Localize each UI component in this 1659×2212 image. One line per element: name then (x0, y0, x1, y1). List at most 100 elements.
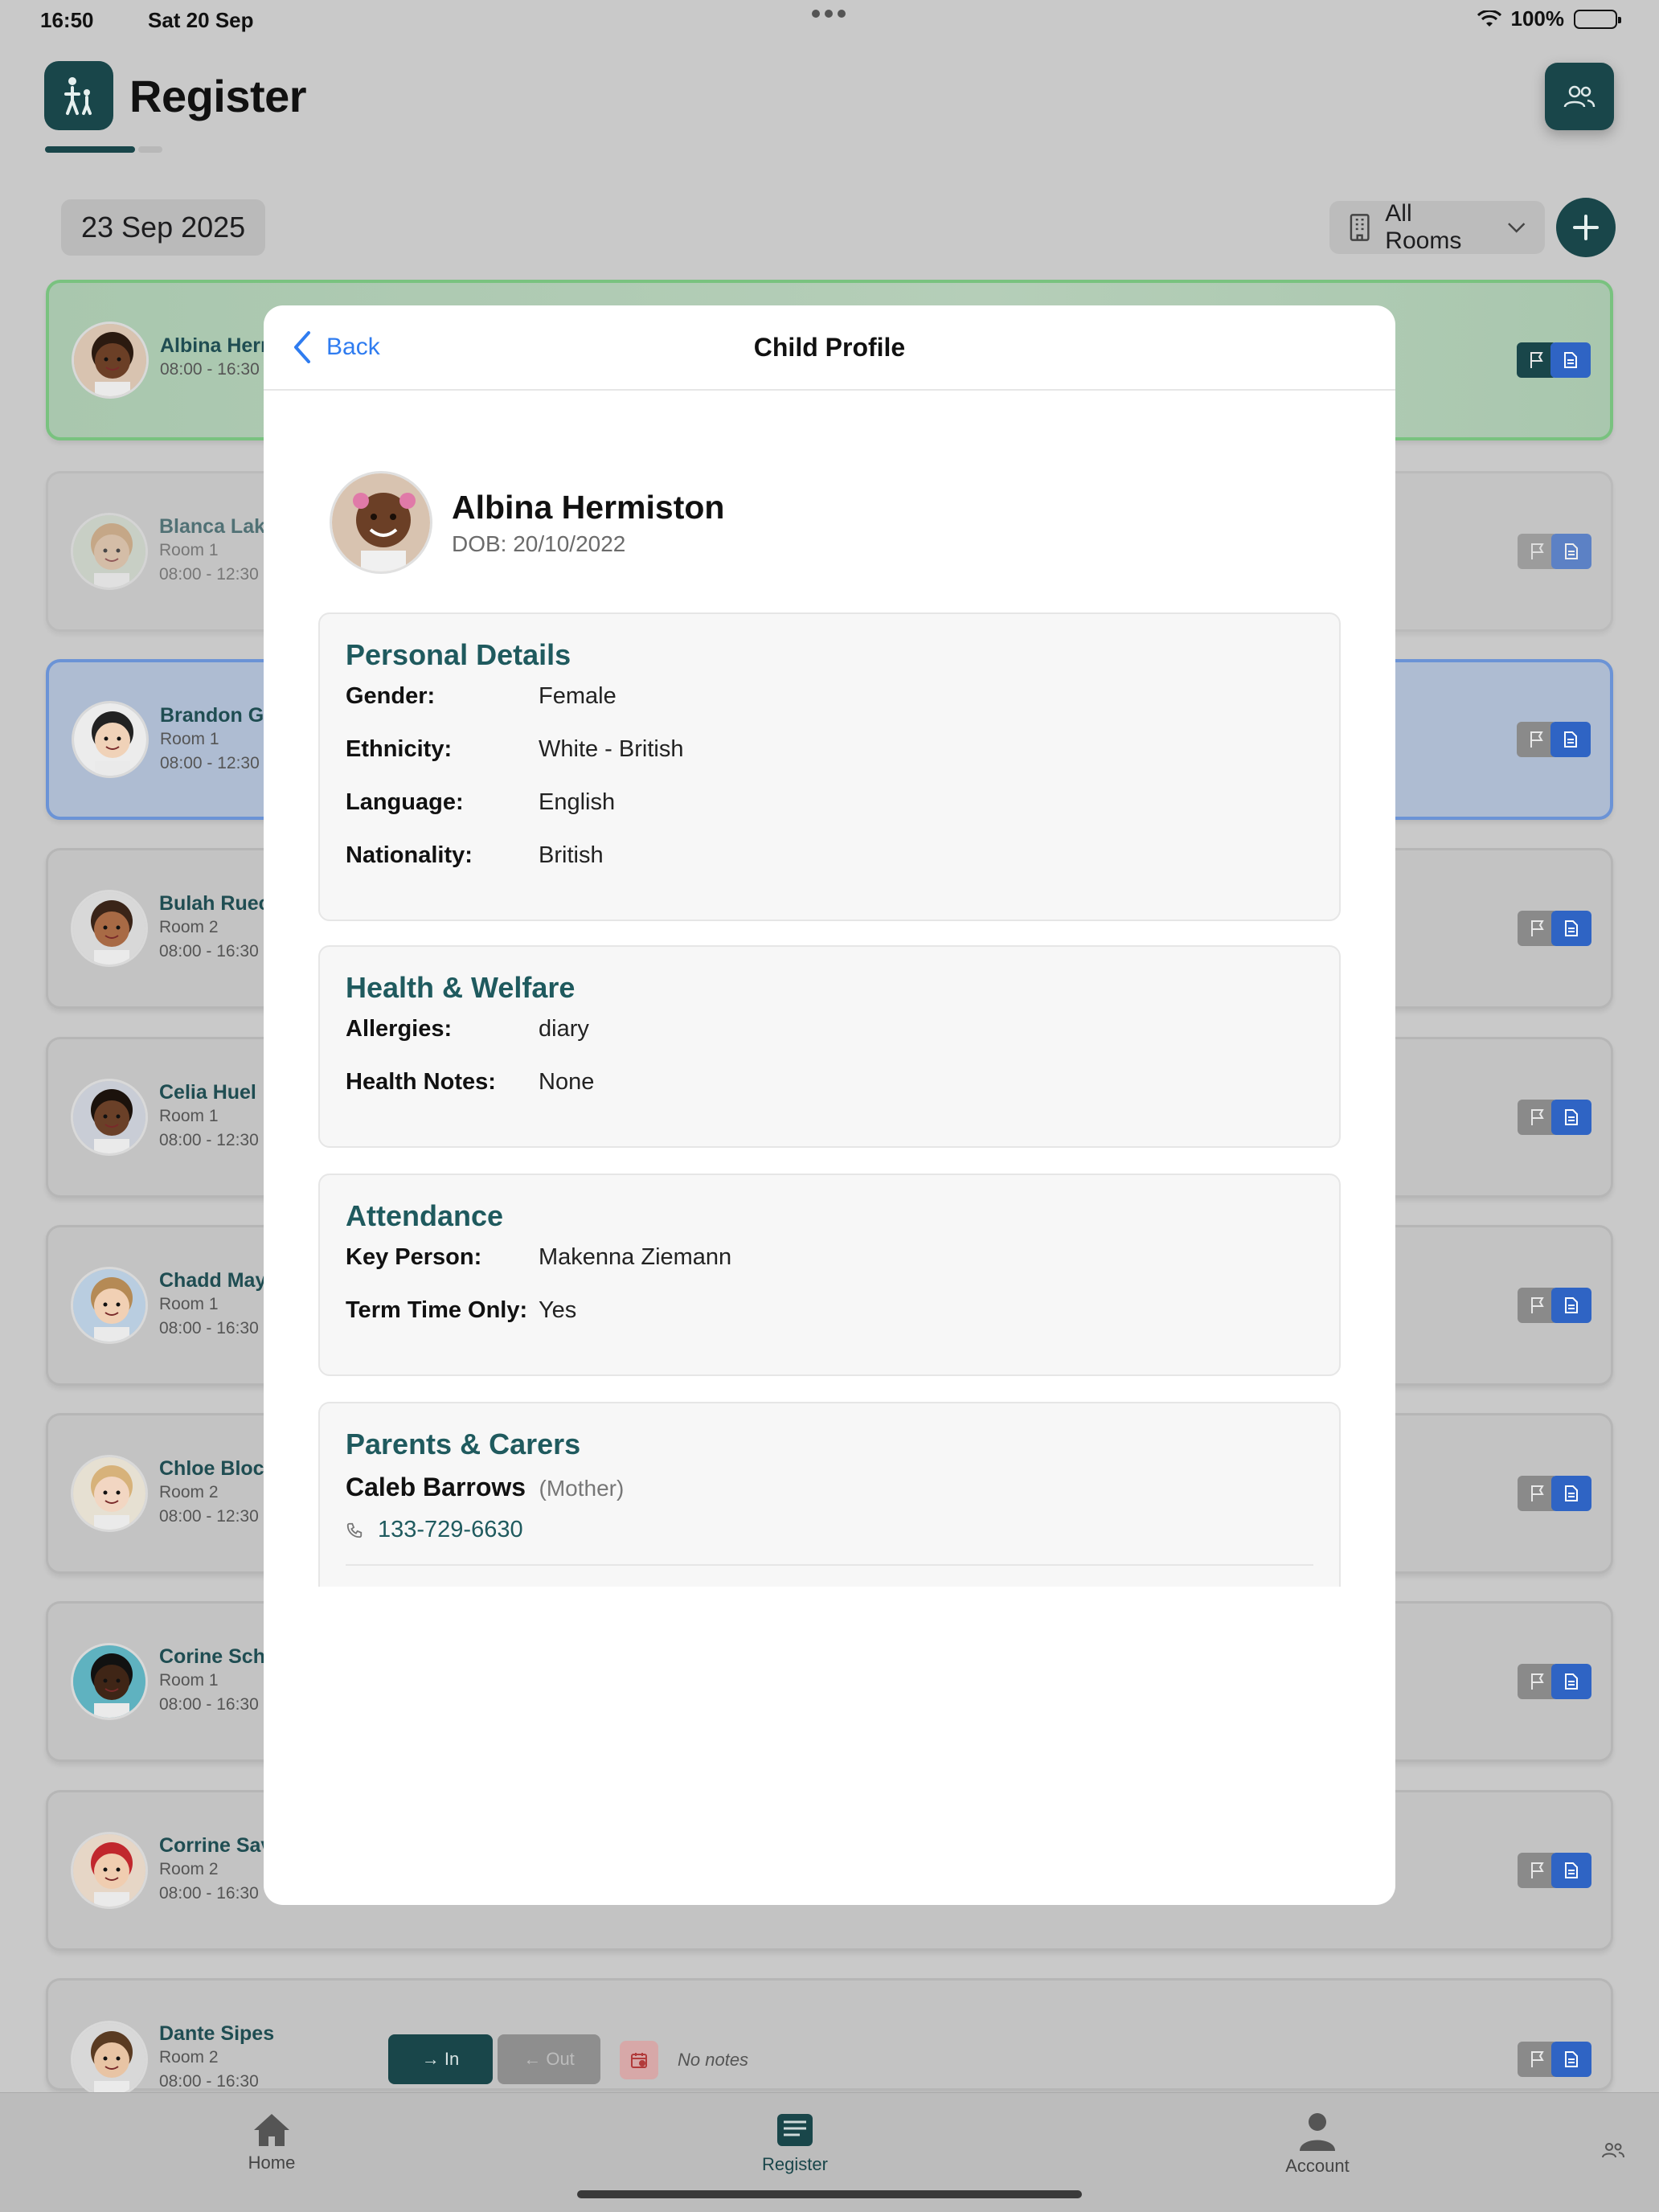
detail-value: Makenna Ziemann (539, 1244, 732, 1270)
document-button[interactable] (1551, 1100, 1591, 1135)
check-out-label: Out (546, 2049, 575, 2069)
personal-details-section: Personal Details Gender: Female Ethnicity… (318, 612, 1341, 921)
child-card-room: Room 1 (159, 541, 219, 559)
child-avatar (71, 1455, 148, 1532)
detail-value: White - British (539, 736, 684, 762)
register-icon (777, 2114, 813, 2146)
family-logo-icon (44, 61, 113, 130)
detail-label: Allergies: (346, 1016, 453, 1042)
detail-value: None (539, 1069, 595, 1095)
chevron-down-icon (1507, 223, 1525, 233)
flag-icon (1531, 920, 1544, 936)
parent-phone-link[interactable]: 133-729-6630 (346, 1517, 1313, 1543)
detail-label: Key Person: (346, 1244, 482, 1270)
detail-value: British (539, 842, 604, 868)
tab-account-label: Account (1285, 2156, 1350, 2176)
document-button[interactable] (1551, 2042, 1591, 2077)
check-out-button[interactable]: ← Out (498, 2034, 600, 2084)
document-icon (1564, 731, 1577, 748)
home-indicator[interactable] (577, 2190, 1082, 2198)
document-button[interactable] (1551, 534, 1591, 569)
detail-label: Language: (346, 789, 464, 815)
detail-row: Nationality: British (346, 842, 1313, 895)
detail-label: Health Notes: (346, 1069, 496, 1095)
status-time: 16:50 (40, 8, 94, 32)
detail-label: Ethnicity: (346, 736, 453, 762)
health-welfare-section: Health & Welfare Allergies: diary Health … (318, 945, 1341, 1148)
date-selector[interactable]: 23 Sep 2025 (61, 199, 266, 256)
flag-icon (1531, 1485, 1544, 1501)
app-header: Register (44, 61, 307, 130)
arrow-left-icon: ← (523, 2049, 547, 2069)
child-avatar (71, 2021, 148, 2098)
document-icon (1565, 1485, 1578, 1501)
document-button[interactable] (1551, 1476, 1591, 1511)
child-card-time: 08:00 - 16:30 (159, 1884, 259, 1903)
document-icon (1565, 1297, 1578, 1313)
child-avatar (71, 513, 148, 590)
child-card-time: 08:00 - 16:30 (159, 2072, 259, 2091)
flag-icon (1531, 1297, 1544, 1313)
arrow-right-icon: → (421, 2049, 444, 2069)
document-icon (1564, 352, 1577, 368)
detail-row: Allergies: diary (346, 1016, 1313, 1069)
battery-icon (1574, 9, 1621, 29)
child-card[interactable]: Dante Sipes Room 2 08:00 - 16:30 (46, 1978, 1613, 2098)
child-card-room: Room 1 (159, 1295, 219, 1313)
child-card-name: Chloe Block (159, 1457, 276, 1480)
document-icon (1565, 2051, 1578, 2067)
child-avatar (71, 1079, 148, 1156)
document-icon (1565, 920, 1578, 936)
document-icon (1565, 1862, 1578, 1878)
tab-account[interactable]: Account (1245, 2111, 1390, 2177)
parents-carers-section: Parents & Carers Caleb Barrows (Mother) … (318, 1402, 1341, 1587)
child-avatar (71, 1832, 148, 1909)
child-card-room: Room 1 (159, 1671, 219, 1690)
detail-row: Gender: Female (346, 683, 1313, 736)
tab-register[interactable]: Register (723, 2111, 867, 2175)
flag-icon (1531, 1862, 1544, 1878)
document-button[interactable] (1550, 722, 1591, 757)
check-in-button[interactable]: → In (388, 2034, 493, 2084)
child-card-room: Room 1 (160, 730, 219, 748)
child-card-time: 08:00 - 12:30 (159, 565, 259, 584)
detail-row: Term Time Only: Yes (346, 1297, 1313, 1350)
detail-label: Gender: (346, 683, 436, 709)
document-button[interactable] (1551, 1853, 1591, 1888)
child-card-name: Blanca Lak (159, 515, 266, 538)
child-card-time: 08:00 - 16:30 (159, 942, 259, 961)
detail-row: Ethnicity: White - British (346, 736, 1313, 789)
account-icon (1300, 2113, 1335, 2151)
section-heading: Attendance (346, 1199, 504, 1232)
flag-icon (1530, 731, 1543, 748)
absence-calendar-button[interactable] (620, 2041, 658, 2079)
modal-header: Back Child Profile (264, 305, 1395, 391)
child-card-time: 08:00 - 12:30 (159, 1507, 259, 1526)
detail-value: English (539, 789, 616, 815)
document-button[interactable] (1551, 1288, 1591, 1323)
document-button[interactable] (1550, 342, 1591, 378)
document-button[interactable] (1551, 1664, 1591, 1699)
users-small-icon[interactable] (1601, 2141, 1625, 2159)
child-card-name: Brandon Gi (160, 704, 270, 727)
phone-icon (346, 1522, 363, 1538)
parent-entry: Caleb Barrows (Mother) (346, 1473, 1313, 1502)
staff-users-button[interactable] (1545, 63, 1614, 130)
child-card-time: 08:00 - 16:30 (160, 360, 260, 379)
document-icon (1565, 1673, 1578, 1690)
building-icon (1350, 214, 1370, 241)
calendar-icon (631, 2053, 647, 2068)
child-card-room: Room 2 (159, 1860, 219, 1878)
add-child-button[interactable] (1556, 198, 1616, 257)
plus-icon (1573, 215, 1599, 240)
child-card-time: 08:00 - 12:30 (160, 754, 260, 772)
rooms-dropdown[interactable]: All Rooms (1329, 200, 1545, 254)
child-avatar (71, 1267, 148, 1344)
document-button[interactable] (1551, 911, 1591, 946)
tab-home[interactable]: Home (199, 2111, 344, 2173)
flag-icon (1531, 1109, 1544, 1125)
parent-name: Caleb Barrows (346, 1473, 526, 1501)
multitasking-dots-icon[interactable] (812, 10, 846, 18)
child-profile-modal: Back Child Profile Albina Hermiston DOB:… (264, 305, 1395, 1905)
header-indicator-inactive (138, 146, 162, 153)
